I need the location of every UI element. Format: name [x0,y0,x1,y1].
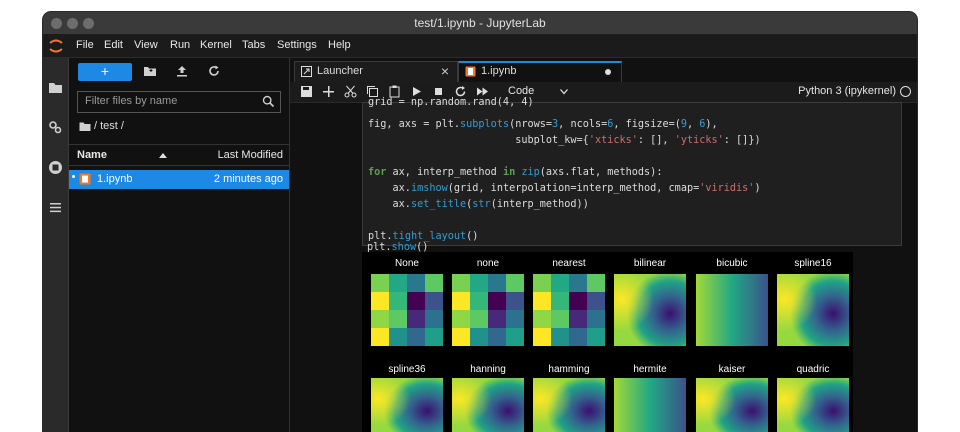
list-icon[interactable] [47,199,64,216]
chevron-down-icon[interactable] [560,89,568,95]
pixel-panel-nearest [533,274,605,346]
file-name: 1.ipynb [97,173,133,185]
window-title: test/1.ipynb - JupyterLab [414,16,546,30]
smooth-panel-kaiser [696,378,768,432]
title-bar: test/1.ipynb - JupyterLab [43,12,917,35]
kernel-status-icon [900,86,911,97]
file-row[interactable]: 1.ipynb 2 minutes ago [69,170,289,189]
code-line: plt.tight_layout() [368,231,479,242]
running-indicator [72,175,75,178]
menu-view[interactable]: View [134,39,158,51]
folder-icon[interactable] [47,79,64,96]
smooth-panel-hanning [452,378,524,432]
tab-bar: Launcher × 1.ipynb [290,61,917,84]
cut-icon[interactable] [344,85,357,98]
code-line: ax.imshow(grid, interpolation=interp_met… [368,183,761,194]
plot-title: bilinear [633,258,667,269]
code-line: fig, axs = plt.subplots(nrows=3, ncols=6… [368,119,718,130]
smooth-panel-hamming [533,378,605,432]
sort-up-icon[interactable] [159,152,167,158]
folder-icon[interactable] [79,121,91,132]
menu-settings[interactable]: Settings [277,39,317,51]
jupyter-logo-icon [49,39,63,53]
save-icon[interactable] [300,85,313,98]
tab-launcher[interactable]: Launcher × [294,61,458,83]
file-list-header: Name Last Modified [69,144,289,166]
filter-files-field [77,91,281,113]
code-line: ax.set_title(str(interp_method)) [368,199,589,210]
tab-launcher-label: Launcher [317,65,363,77]
smooth-panel-bilinear [614,274,686,346]
menu-help[interactable]: Help [328,39,351,51]
menu-kernel[interactable]: Kernel [200,39,232,51]
plot-title: spline36 [388,364,426,375]
plot-output: None none nearest bilinear bicubic splin… [362,252,853,432]
menu-run[interactable]: Run [170,39,190,51]
menu-bar: File Edit View Run Kernel Tabs Settings … [43,35,917,58]
breadcrumb-path[interactable]: / test / [94,120,124,132]
file-browser: + / test / Name [69,58,290,432]
add-cell-icon[interactable] [322,85,335,98]
code-line: grid = np.random.rand(4, 4) [368,97,534,108]
plot-title: hanning [470,364,506,375]
smooth-panel-hermite [614,378,686,432]
pixel-panel-none [452,274,524,346]
activity-bar [43,58,69,432]
smooth-panel-quadric [777,378,849,432]
kernel-name[interactable]: Python 3 (ipykernel) [750,85,896,97]
plot-title: kaiser [718,364,746,375]
launcher-icon [301,66,312,77]
plot-title: hamming [548,364,590,375]
smooth-panel-bicubic [696,274,768,346]
plot-title: spline16 [794,258,832,269]
plot-title: bicubic [716,258,748,269]
code-line: for ax, interp_method in zip(axs.flat, m… [368,167,663,178]
plot-figure [371,274,849,432]
menu-tabs[interactable]: Tabs [242,39,265,51]
new-launcher-button[interactable]: + [78,63,132,81]
menu-file[interactable]: File [76,39,94,51]
code-cell[interactable]: grid = np.random.rand(4, 4) fig, axs = p… [362,97,902,246]
jupyterlab-window: test/1.ipynb - JupyterLab File Edit View… [43,12,917,432]
plot-title: None [395,258,419,269]
filter-files-input[interactable] [78,92,261,110]
smooth-panel-spline36 [371,378,443,432]
running-icon[interactable] [47,119,64,136]
notebook-icon [79,173,91,185]
file-modified: 2 minutes ago [213,173,283,185]
upload-icon[interactable] [175,64,189,78]
menu-edit[interactable]: Edit [104,39,123,51]
plot-title: hermite [633,364,667,375]
cell-type-select[interactable]: Code [508,85,534,97]
plot-title: none [476,258,500,269]
plot-title: nearest [552,258,586,269]
plot-title: quadric [796,364,830,375]
notebook-icon [465,66,476,77]
column-name-header[interactable]: Name [77,149,107,161]
search-icon[interactable] [262,95,275,108]
refresh-icon[interactable] [207,64,221,78]
new-folder-icon[interactable] [143,64,157,78]
notebook-area: Launcher × 1.ipynb Code Python 3 (ipyker… [290,58,917,432]
pixel-panel-None [371,274,443,346]
tab-notebook[interactable]: 1.ipynb [458,61,622,84]
unsaved-dot-icon[interactable] [605,69,611,75]
column-modified-header[interactable]: Last Modified [179,149,283,161]
stop-icon[interactable] [47,159,64,176]
tab-notebook-label: 1.ipynb [481,65,517,77]
smooth-panel-spline16 [777,274,849,346]
code-line: subplot_kw={'xticks': [], 'yticks': []}) [368,135,761,146]
close-tab-icon[interactable]: × [441,63,449,79]
